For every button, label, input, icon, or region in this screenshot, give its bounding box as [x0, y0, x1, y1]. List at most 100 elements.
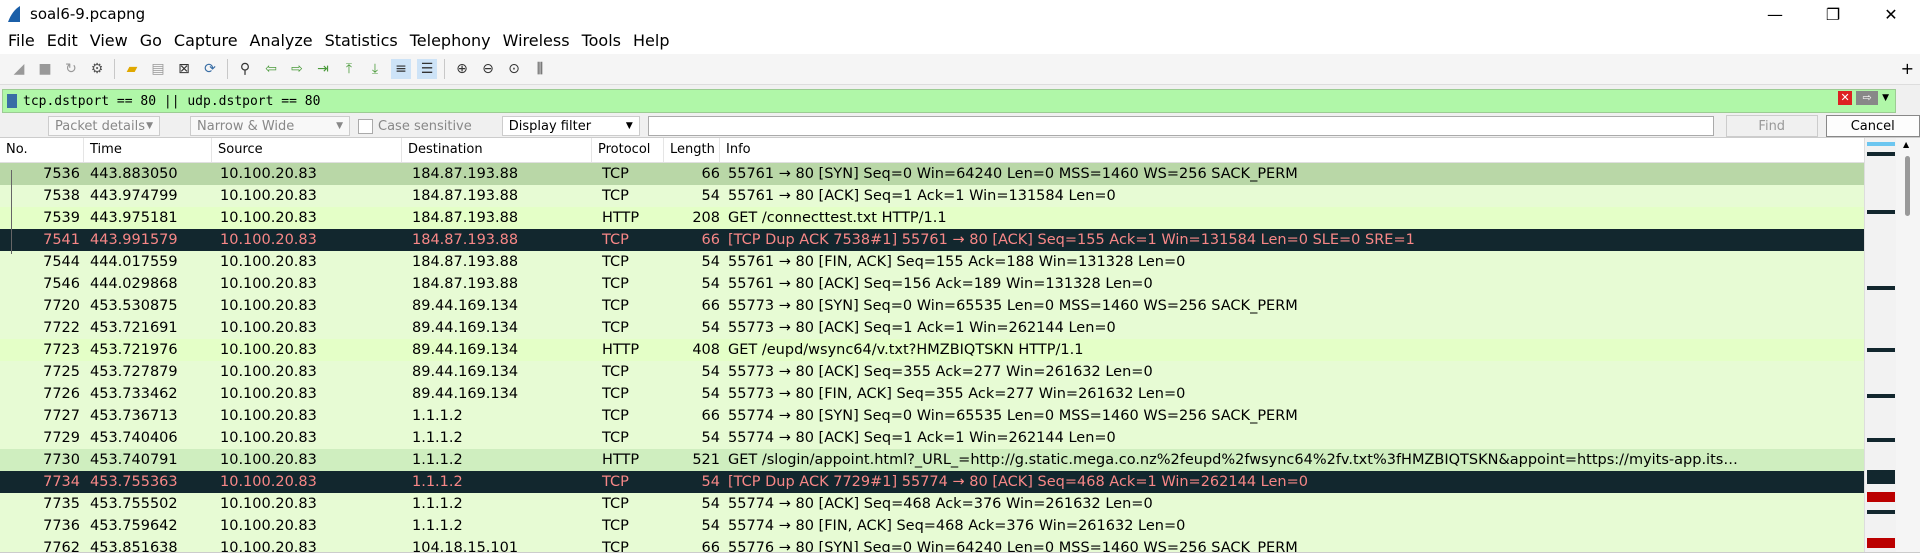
- packet-row[interactable]: 7723 453.721976 10.100.20.83 89.44.169.134 H…: [0, 339, 1864, 361]
- conversation-bracket: [11, 170, 12, 254]
- capture-options-icon[interactable]: ⚙: [87, 59, 107, 79]
- packet-row[interactable]: 7544 444.017559 10.100.20.83 184.87.193.88 T…: [0, 251, 1864, 273]
- packet-minimap[interactable]: [1864, 138, 1897, 559]
- normal-size-icon[interactable]: ⊙: [504, 59, 524, 79]
- packet-row[interactable]: 7734 453.755363 10.100.20.83 1.1.1.2 TCP 54 [T…: [0, 471, 1864, 493]
- colorize-icon[interactable]: ☰: [417, 59, 437, 79]
- menu-telephony[interactable]: Telephony: [404, 28, 497, 54]
- go-forward-icon[interactable]: ⇨: [287, 59, 307, 79]
- packet-row[interactable]: 7725 453.727879 10.100.20.83 89.44.169.134 T…: [0, 361, 1864, 383]
- apply-filter-icon[interactable]: ⇨: [1856, 91, 1879, 105]
- packet-no-cell: 7536: [43, 166, 80, 182]
- display-filter-input[interactable]: tcp.dstport == 80 || udp.dstport == 80: [23, 94, 320, 109]
- packet-row[interactable]: 7546 444.029868 10.100.20.83 184.87.193.88 T…: [0, 273, 1864, 295]
- packet-row[interactable]: 7722 453.721691 10.100.20.83 89.44.169.134 T…: [0, 317, 1864, 339]
- packet-row[interactable]: 7539 443.975181 10.100.20.83 184.87.193.88 H…: [0, 207, 1864, 229]
- zoom-out-icon[interactable]: ⊖: [478, 59, 498, 79]
- search-in-select[interactable]: Packet details ▼: [48, 116, 160, 136]
- minimap-marker: [1867, 438, 1895, 442]
- chevron-down-icon: ▼: [625, 121, 633, 131]
- go-back-icon[interactable]: ⇦: [261, 59, 281, 79]
- display-filter-bar[interactable]: tcp.dstport == 80 || udp.dstport == 80 ✕…: [2, 89, 1896, 113]
- packet-dst-cell: 184.87.193.88: [412, 188, 519, 204]
- packet-row[interactable]: 7736 453.759642 10.100.20.83 1.1.1.2 TCP 54 55…: [0, 515, 1864, 537]
- restore-button[interactable]: ❐: [1804, 0, 1862, 28]
- packet-info-cell: GET /connecttest.txt HTTP/1.1: [728, 210, 947, 226]
- close-file-icon[interactable]: ⊠: [174, 59, 194, 79]
- minimize-button[interactable]: —: [1746, 0, 1804, 28]
- packet-row[interactable]: 7727 453.736713 10.100.20.83 1.1.1.2 TCP 66 55…: [0, 405, 1864, 427]
- packet-row[interactable]: 7538 443.974799 10.100.20.83 184.87.193.88 T…: [0, 185, 1864, 207]
- toolbar-separator: [114, 59, 115, 79]
- column-header-time[interactable]: Time: [84, 138, 212, 162]
- packet-row[interactable]: 7730 453.740791 10.100.20.83 1.1.1.2 HTTP 521…: [0, 449, 1864, 471]
- filter-history-icon[interactable]: ▼: [1882, 93, 1889, 103]
- resize-columns-icon[interactable]: ⫼: [530, 59, 550, 79]
- wireshark-fin-icon: [8, 6, 20, 22]
- packet-src-cell: 10.100.20.83: [220, 188, 317, 204]
- column-header-length[interactable]: Length: [664, 138, 720, 162]
- case-sensitive-checkbox[interactable]: [358, 118, 373, 134]
- menu-wireless[interactable]: Wireless: [497, 28, 576, 54]
- packet-row[interactable]: 7735 453.755502 10.100.20.83 1.1.1.2 TCP 54 55…: [0, 493, 1864, 515]
- packet-time-cell: 453.740791: [90, 452, 178, 468]
- packet-proto-cell: TCP: [602, 364, 629, 380]
- packet-src-cell: 10.100.20.83: [220, 518, 317, 534]
- packet-no-cell: 7722: [43, 320, 80, 336]
- packet-info-cell: 55774 → 80 [ACK] Seq=468 Ack=376 Win=261…: [728, 496, 1153, 512]
- menu-go[interactable]: Go: [134, 28, 168, 54]
- menu-tools[interactable]: Tools: [576, 28, 627, 54]
- menu-help[interactable]: Help: [627, 28, 675, 54]
- reload-file-icon[interactable]: ⟳: [200, 59, 220, 79]
- zoom-in-icon[interactable]: ⊕: [452, 59, 472, 79]
- packet-row[interactable]: 7541 443.991579 10.100.20.83 184.87.193.88 T…: [0, 229, 1864, 251]
- clear-filter-icon[interactable]: ✕: [1838, 91, 1853, 105]
- packet-dst-cell: 184.87.193.88: [412, 254, 519, 270]
- packet-time-cell: 453.727879: [90, 364, 178, 380]
- go-first-packet-icon[interactable]: ⤒: [339, 59, 359, 79]
- menu-capture[interactable]: Capture: [168, 28, 244, 54]
- packet-row[interactable]: 7729 453.740406 10.100.20.83 1.1.1.2 TCP 54 55…: [0, 427, 1864, 449]
- column-header-no[interactable]: No.: [0, 138, 84, 162]
- vertical-scrollbar[interactable]: ▲: [1896, 138, 1920, 559]
- find-packet-icon[interactable]: ⚲: [235, 59, 255, 79]
- find-button[interactable]: Find: [1725, 115, 1818, 137]
- menu-statistics[interactable]: Statistics: [319, 28, 404, 54]
- menu-bar: File Edit View Go Capture Analyze Statis…: [0, 28, 1920, 54]
- packet-row[interactable]: 7536 443.883050 10.100.20.83 184.87.193.88 T…: [0, 163, 1864, 185]
- minimap-marker: [1867, 348, 1895, 352]
- packet-proto-cell: TCP: [602, 408, 629, 424]
- column-header-destination[interactable]: Destination: [402, 138, 592, 162]
- packet-len-cell: 521: [692, 452, 720, 468]
- column-header-source[interactable]: Source: [212, 138, 402, 162]
- go-last-packet-icon[interactable]: ⤓: [365, 59, 385, 79]
- menu-view[interactable]: View: [84, 28, 134, 54]
- search-type-select[interactable]: Display filter ▼: [501, 116, 640, 136]
- start-capture-icon[interactable]: ◢: [9, 59, 29, 79]
- go-to-packet-icon[interactable]: ⇥: [313, 59, 333, 79]
- toolbar-separator: [227, 59, 228, 79]
- char-width-select[interactable]: Narrow & Wide ▼: [190, 116, 350, 136]
- menu-edit[interactable]: Edit: [41, 28, 84, 54]
- add-filter-button-icon[interactable]: +: [1901, 59, 1914, 78]
- packet-info-cell: [TCP Dup ACK 7538#1] 55761 → 80 [ACK] Se…: [728, 232, 1415, 248]
- stop-capture-icon[interactable]: ■: [35, 59, 55, 79]
- column-header-protocol[interactable]: Protocol: [592, 138, 664, 162]
- menu-file[interactable]: File: [2, 28, 41, 54]
- column-header-info[interactable]: Info: [720, 138, 1864, 162]
- filter-bookmark-icon[interactable]: [7, 94, 17, 108]
- close-button[interactable]: ✕: [1862, 0, 1920, 28]
- packet-src-cell: 10.100.20.83: [220, 232, 317, 248]
- open-file-icon[interactable]: ▰: [122, 59, 142, 79]
- chevron-down-icon: ▼: [336, 121, 343, 131]
- packet-row[interactable]: 7720 453.530875 10.100.20.83 89.44.169.134 T…: [0, 295, 1864, 317]
- find-input[interactable]: [647, 116, 1714, 136]
- auto-scroll-icon[interactable]: ≡: [391, 59, 411, 79]
- menu-analyze[interactable]: Analyze: [244, 28, 319, 54]
- packet-row[interactable]: 7726 453.733462 10.100.20.83 89.44.169.134 T…: [0, 383, 1864, 405]
- scrollbar-thumb[interactable]: [1905, 156, 1910, 216]
- save-file-icon[interactable]: ▤: [148, 59, 168, 79]
- scroll-up-icon[interactable]: ▲: [1903, 140, 1909, 149]
- cancel-button[interactable]: Cancel: [1825, 115, 1920, 137]
- restart-capture-icon[interactable]: ↻: [61, 59, 81, 79]
